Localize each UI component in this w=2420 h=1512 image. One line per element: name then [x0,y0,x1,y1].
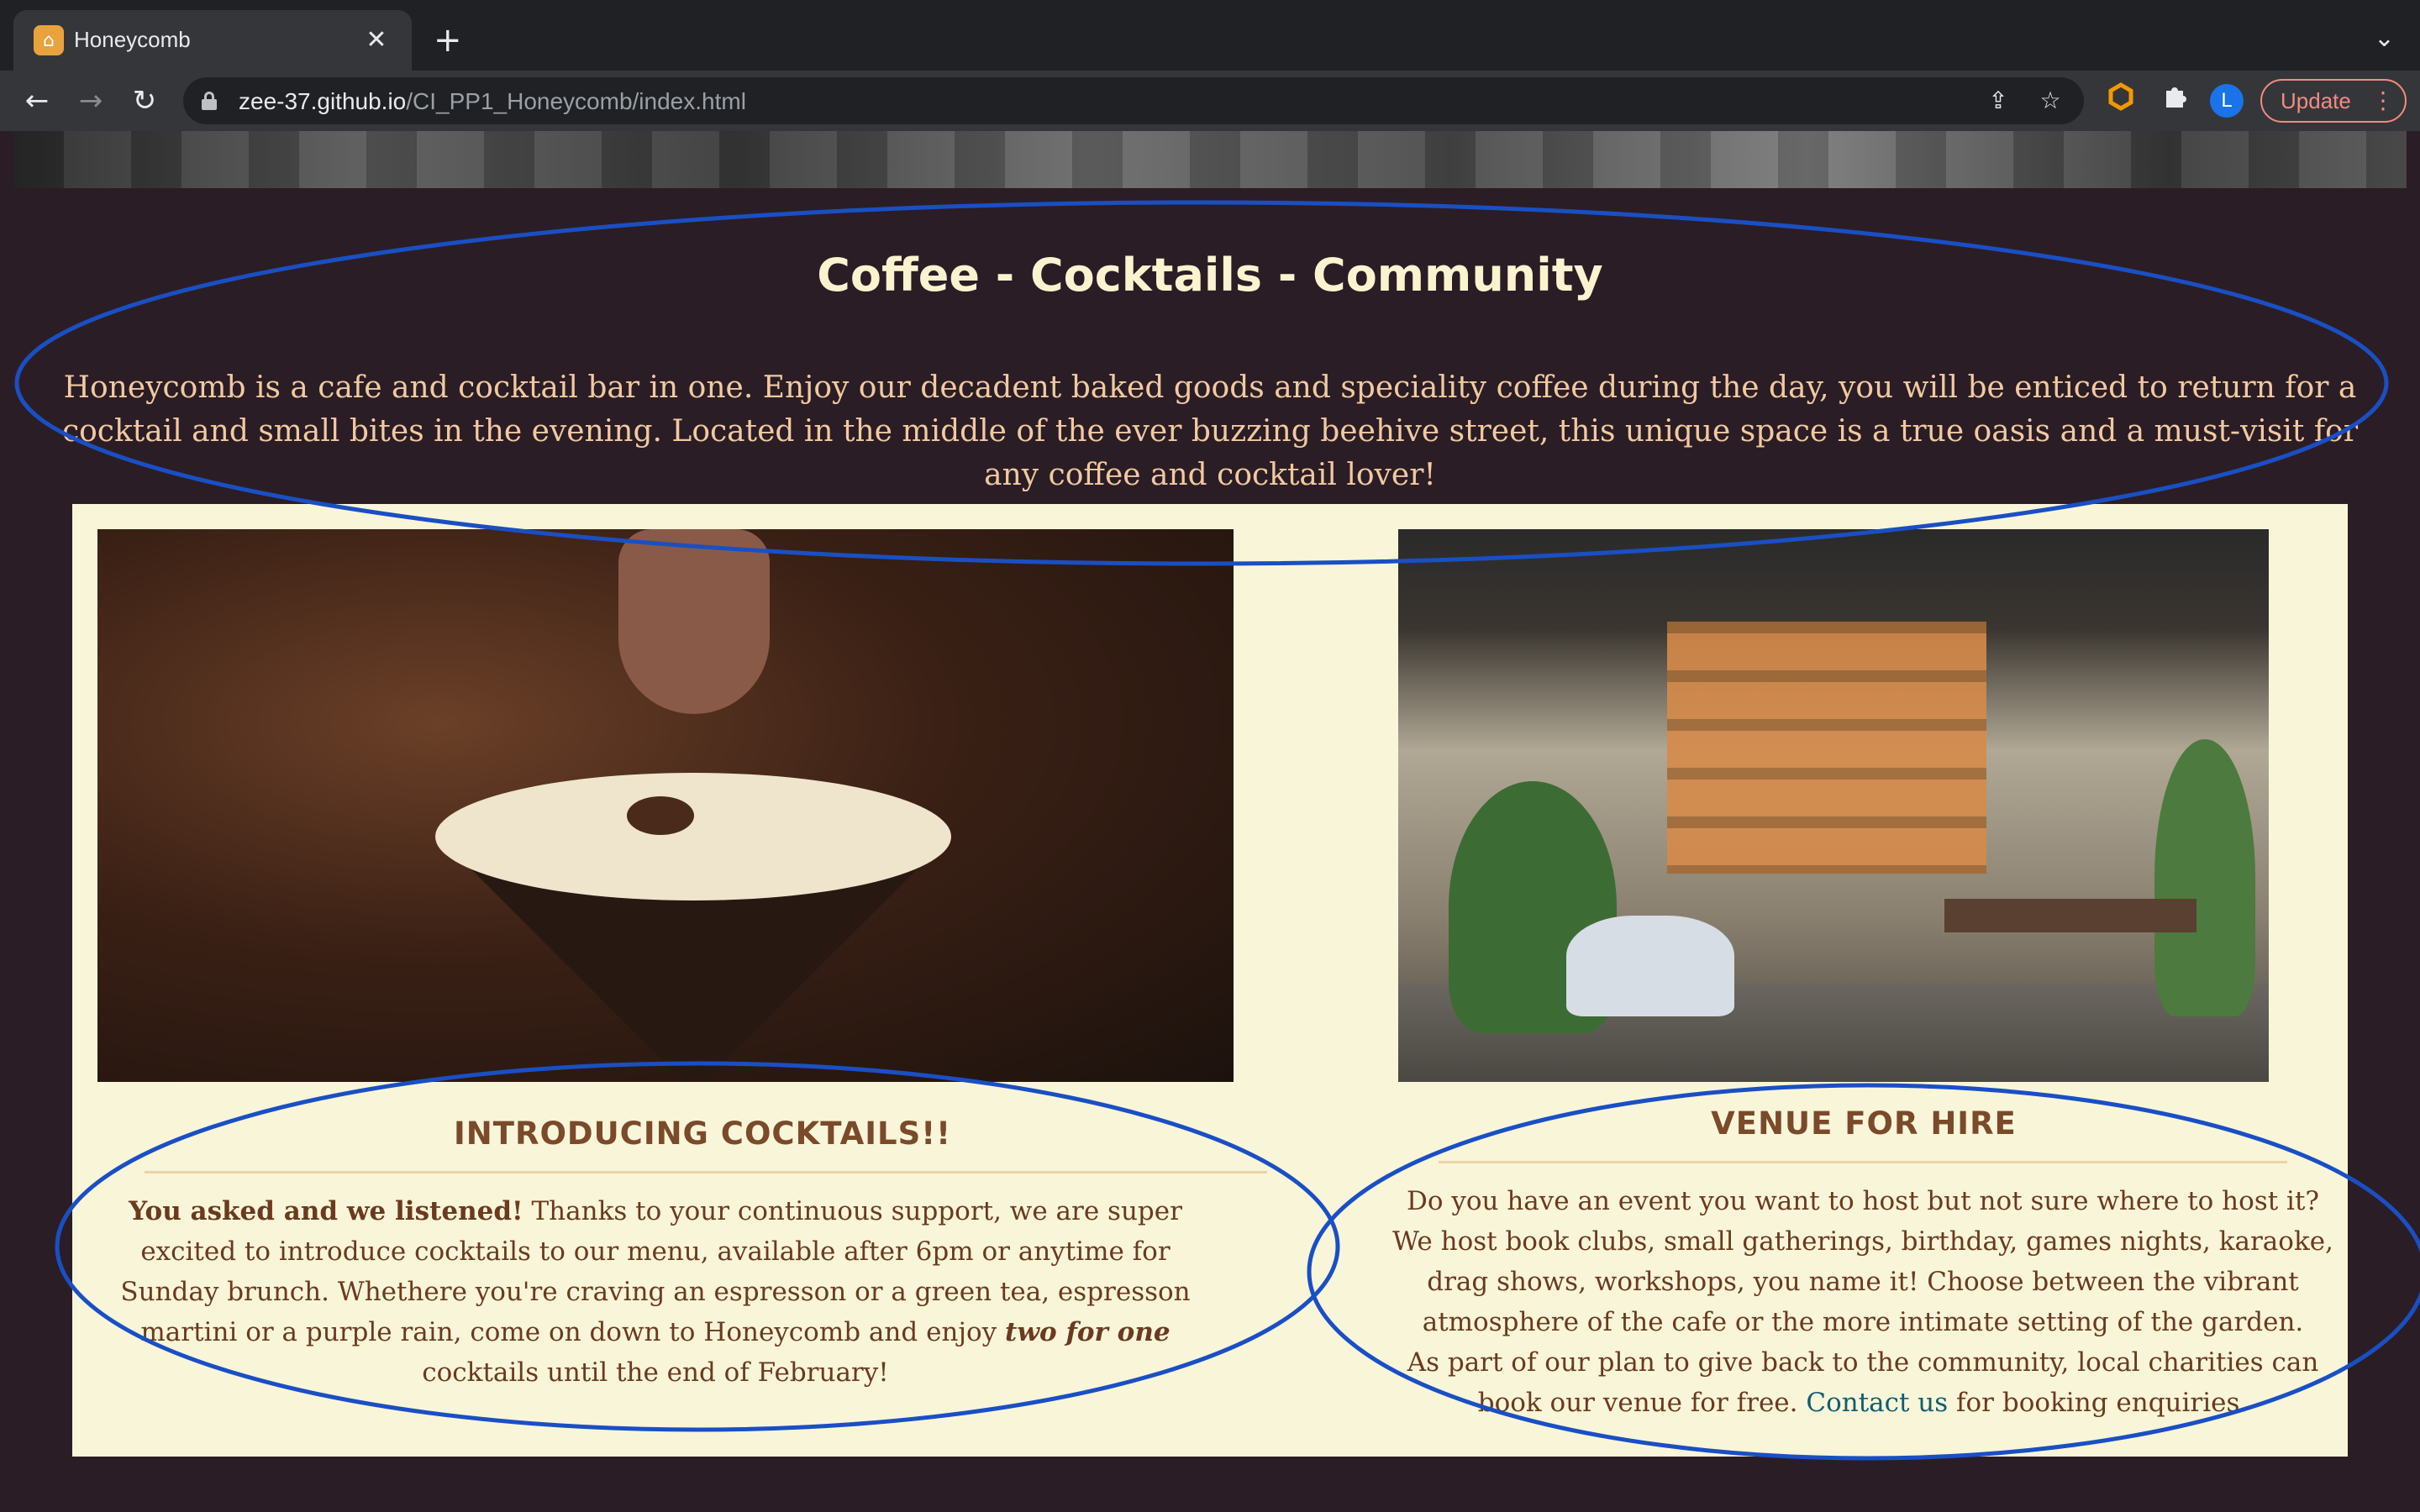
tab-title: Honeycomb [74,27,191,52]
venue-interior-image [1398,529,2269,1082]
tab-search-chevron-icon[interactable]: ⌄ [2374,24,2395,53]
cocktails-text: You asked and we listened! Thanks to you… [120,1196,1191,1388]
lock-icon[interactable] [202,92,217,110]
update-label: Update [2281,88,2351,113]
page-headline: Coffee - Cocktails - Community [817,249,1603,302]
intro-paragraph: Honeycomb is a cafe and cocktail bar in … [61,370,2359,492]
venue-divider [1439,1161,2287,1163]
new-tab-button[interactable]: + [434,22,462,59]
tab-bar: ⌂ Honeycomb ✕ + ⌄ [0,0,2420,71]
cocktails-lead: You asked and we listened! [129,1196,523,1226]
venue-heading: VENUE FOR HIRE [1711,1105,2017,1142]
profile-avatar[interactable]: L [2210,84,2244,118]
tab-honeycomb[interactable]: ⌂ Honeycomb ✕ [13,10,412,71]
forward-button[interactable]: → [71,81,111,121]
url-text[interactable]: zee-37.github.io/CI_PP1_Honeycomb/index.… [239,88,746,115]
honeycomb-favicon-icon: ⌂ [34,25,64,55]
extension-g-icon[interactable] [2102,82,2139,119]
cocktails-heading: INTRODUCING COCKTAILS!! [454,1116,951,1152]
url-path: /CI_PP1_Honeycomb/index.html [406,88,746,114]
contact-us-link[interactable]: Contact us [1806,1388,1948,1418]
back-button[interactable]: ← [17,81,57,121]
two-for-one-emphasis: two for one [1005,1317,1171,1347]
browser-toolbar: ← → ↻ zee-37.github.io/CI_PP1_Honeycomb/… [0,71,2420,131]
cocktails-divider [145,1171,1267,1173]
reload-button[interactable]: ↻ [124,81,165,121]
share-icon[interactable]: ⇪ [1981,84,2015,118]
close-tab-icon[interactable]: ✕ [358,22,395,59]
venue-text: Do you have an event you want to host bu… [1392,1186,2333,1418]
address-bar[interactable]: zee-37.github.io/CI_PP1_Honeycomb/index.… [183,77,2084,124]
menu-dots-icon[interactable]: ⋮ [2371,81,2395,121]
espresso-martini-image [97,529,1234,1082]
hero-image-strip [13,131,2407,188]
url-host: zee-37.github.io [239,88,407,114]
update-button[interactable]: Update ⋮ [2260,79,2407,123]
bookmark-star-icon[interactable]: ☆ [2033,84,2067,118]
extensions-puzzle-icon[interactable] [2156,82,2193,119]
